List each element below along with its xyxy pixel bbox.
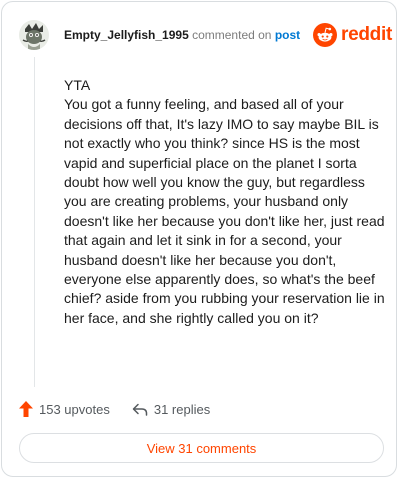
reply-arrow-icon <box>132 403 148 416</box>
comment-body: YTA You got a funny feeling, and based a… <box>64 77 385 326</box>
replies-group[interactable]: 31 replies <box>132 402 210 417</box>
comment-footer: 153 upvotes 31 replies <box>19 400 210 418</box>
upvote-arrow-icon[interactable] <box>19 401 33 417</box>
view-comments-button[interactable]: View 31 comments <box>19 433 384 463</box>
upvote-count: 153 upvotes <box>39 401 110 417</box>
comment-card: Empty_Jellyfish_1995 commented on post r… <box>1 1 397 477</box>
reddit-logo[interactable]: reddit <box>313 22 392 48</box>
reddit-wordmark: reddit <box>341 24 392 45</box>
avatar-icon <box>19 20 49 50</box>
reply-count: 31 replies <box>153 401 211 417</box>
action-text: commented on <box>192 28 272 42</box>
author-name[interactable]: Empty_Jellyfish_1995 <box>64 28 189 42</box>
reddit-snoo-icon <box>313 23 337 47</box>
post-link[interactable]: post <box>275 28 300 42</box>
avatar[interactable] <box>19 20 49 50</box>
comment-header: Empty_Jellyfish_1995 commented on post <box>64 27 300 43</box>
thread-line[interactable] <box>34 57 35 387</box>
